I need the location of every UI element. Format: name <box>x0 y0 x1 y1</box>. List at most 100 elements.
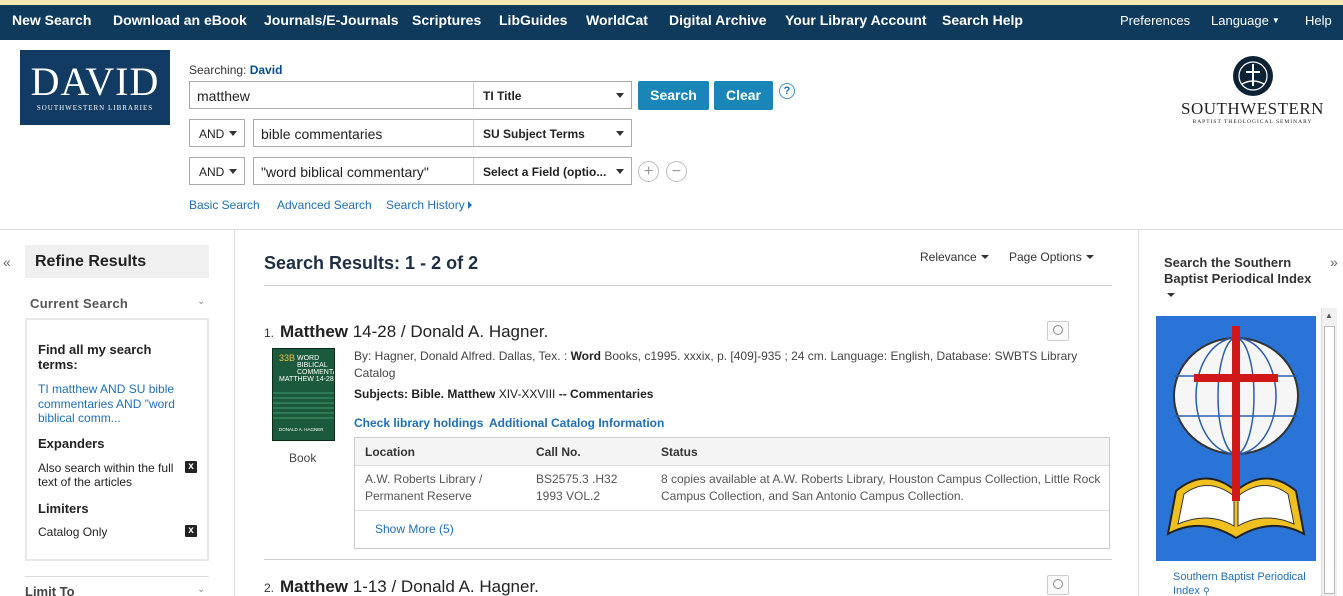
top-navigation-bar: New Search Download an eBook Journals/E-… <box>0 0 1343 40</box>
current-search-panel: Find all my search terms: TI matthew AND… <box>25 318 209 561</box>
nav-journals[interactable]: Journals/E-Journals <box>264 12 399 28</box>
search-button[interactable]: Search <box>638 81 709 110</box>
periodical-index-link[interactable]: Southern Baptist Periodical Index ⚲ <box>1173 570 1323 596</box>
nav-digital-archive[interactable]: Digital Archive <box>669 12 767 28</box>
field-select-1[interactable]: TI Title <box>473 81 632 109</box>
field-select-3[interactable]: Select a Field (optio... <box>473 157 632 185</box>
periodical-index-heading[interactable]: Search the Southern Baptist Periodical I… <box>1164 255 1324 303</box>
header-call-no: Call No. <box>536 445 581 459</box>
advanced-search-link[interactable]: Advanced Search <box>277 198 372 212</box>
chevron-down-icon[interactable]: ⌄ <box>197 584 205 595</box>
bool-select-3-label: AND <box>199 165 225 179</box>
help-icon[interactable]: ? <box>779 83 795 99</box>
check-holdings-link[interactable]: Check library holdings <box>354 416 483 430</box>
nav-preferences[interactable]: Preferences <box>1120 13 1190 28</box>
caret-down-icon: ▼ <box>1271 16 1280 25</box>
result-1-details: By: Hagner, Donald Alfred. Dallas, Tex. … <box>354 348 1094 382</box>
remove-row-icon[interactable]: − <box>666 161 687 182</box>
search-input-3[interactable]: "word biblical commentary" <box>253 157 474 185</box>
periodical-index-image[interactable] <box>1156 316 1316 561</box>
additional-catalog-info-link[interactable]: Additional Catalog Information <box>489 416 664 430</box>
right-column-divider <box>1138 230 1139 596</box>
search-history-link[interactable]: Search History <box>386 198 472 212</box>
result-divider <box>264 559 1112 560</box>
nav-library-account[interactable]: Your Library Account <box>785 12 927 28</box>
bible-cross-globe-icon <box>1156 316 1316 561</box>
subjects-label: Subjects: Bible. <box>354 387 448 401</box>
nav-help[interactable]: Help <box>1305 13 1332 28</box>
searching-label: Searching: David <box>189 63 282 77</box>
holding-status: 8 copies available at A.W. Roberts Libra… <box>661 472 1101 503</box>
header-divider <box>0 229 1343 230</box>
right-scrollbar[interactable]: ▲ <box>1321 308 1337 596</box>
scroll-up-arrow-icon[interactable]: ▲ <box>1325 311 1333 320</box>
add-row-icon[interactable]: + <box>638 161 659 182</box>
nav-language-menu[interactable]: Language ▼ <box>1211 13 1280 28</box>
basic-search-link[interactable]: Basic Search <box>189 198 260 212</box>
subjects-keyword: Matthew <box>447 387 496 401</box>
remove-expander-icon[interactable]: x <box>185 461 197 473</box>
show-more-link[interactable]: Show More (5) <box>375 522 454 536</box>
dropdown-arrow-icon <box>616 169 624 174</box>
result-1-title-link[interactable]: Matthew 14-28 / Donald A. Hagner. <box>280 322 548 342</box>
cover-title: WORD BIBLICAL COMMENTARY <box>296 355 334 376</box>
result-1-by-prefix: By: Hagner, Donald Alfred. Dallas, Tex. … <box>354 349 571 363</box>
chevron-down-icon[interactable]: ⌄ <box>197 296 205 307</box>
result-1-title-rest: 14-28 / Donald A. Hagner. <box>348 322 549 341</box>
find-all-terms-label: Find all my search terms: <box>38 342 152 372</box>
nav-new-search[interactable]: New Search <box>12 12 91 28</box>
holdings-table: Location Call No. Status A.W. Roberts Li… <box>354 437 1110 549</box>
logo-title: DAVID <box>30 59 160 104</box>
cover-subtitle: MATTHEW 14-28 <box>279 376 334 383</box>
subjects-range: XIV-XXVIII <box>495 387 556 401</box>
search-input-1[interactable]: matthew <box>189 81 474 109</box>
david-logo[interactable]: DAVID SOUTHWESTERN LIBRARIES <box>20 50 170 125</box>
scrollbar-thumb[interactable] <box>1324 326 1335 594</box>
result-1-number: 1. <box>264 326 275 340</box>
expanders-heading: Expanders <box>38 436 105 451</box>
dropdown-arrow-icon <box>229 169 237 174</box>
limiter-catalog-only: Catalog Only <box>38 525 108 539</box>
field-select-2[interactable]: SU Subject Terms <box>473 119 632 147</box>
limit-to-divider <box>25 576 209 577</box>
holding-call-no: BS2575.3 .H32 1993 VOL.2 <box>536 472 618 503</box>
remove-limiter-icon[interactable]: x <box>185 525 197 537</box>
bool-select-2[interactable]: AND <box>189 119 245 147</box>
nav-scriptures[interactable]: Scriptures <box>412 12 481 28</box>
header-status: Status <box>661 445 698 459</box>
relevance-sort-dropdown[interactable]: Relevance <box>920 250 989 264</box>
left-column-divider <box>234 230 235 596</box>
search-history-label: Search History <box>386 198 465 212</box>
search-icon: ⚲ <box>1202 586 1210 596</box>
limit-to-heading[interactable]: Limit To <box>25 584 75 596</box>
limiters-heading: Limiters <box>38 501 89 516</box>
collapse-right-icon[interactable]: » <box>1330 254 1338 270</box>
preview-magnifier-icon[interactable] <box>1047 575 1069 595</box>
logo-subtitle: SOUTHWESTERN LIBRARIES <box>36 104 154 112</box>
page-options-dropdown[interactable]: Page Options <box>1009 250 1094 264</box>
collapse-left-icon[interactable]: « <box>3 254 11 270</box>
cover-text: 33B WORD BIBLICAL COMMENTARY MATTHEW 14-… <box>279 354 334 384</box>
bool-select-3[interactable]: AND <box>189 157 245 185</box>
clear-button[interactable]: Clear <box>714 81 773 110</box>
database-link[interactable]: David <box>250 63 283 77</box>
cover-author: DONALD A. HAGNER <box>279 427 324 432</box>
nav-download-ebook[interactable]: Download an eBook <box>113 12 247 28</box>
nav-search-help[interactable]: Search Help <box>942 12 1023 28</box>
preview-magnifier-icon[interactable] <box>1047 321 1069 341</box>
current-query-link[interactable]: TI matthew AND SU bible commentaries AND… <box>38 382 198 426</box>
swbts-logo[interactable]: SOUTHWESTERN BAPTIST THEOLOGICAL SEMINAR… <box>1180 56 1325 125</box>
brand-name: SOUTHWESTERN <box>1181 99 1324 118</box>
nav-worldcat[interactable]: WorldCat <box>586 12 648 28</box>
search-input-2[interactable]: bible commentaries <box>253 119 474 147</box>
refine-results-heading: Refine Results <box>25 245 209 278</box>
field-select-3-label: Select a Field (optio... <box>483 165 607 179</box>
current-search-heading[interactable]: Current Search <box>30 296 128 311</box>
field-select-2-label: SU Subject Terms <box>483 127 585 141</box>
caret-down-icon <box>980 255 989 259</box>
result-2-title-link[interactable]: Matthew 1-13 / Donald A. Hagner. <box>280 577 539 596</box>
nav-libguides[interactable]: LibGuides <box>499 12 567 28</box>
relevance-label: Relevance <box>920 250 977 264</box>
book-cover-image[interactable]: 33B WORD BIBLICAL COMMENTARY MATTHEW 14-… <box>272 348 335 441</box>
holdings-divider <box>355 510 1109 511</box>
